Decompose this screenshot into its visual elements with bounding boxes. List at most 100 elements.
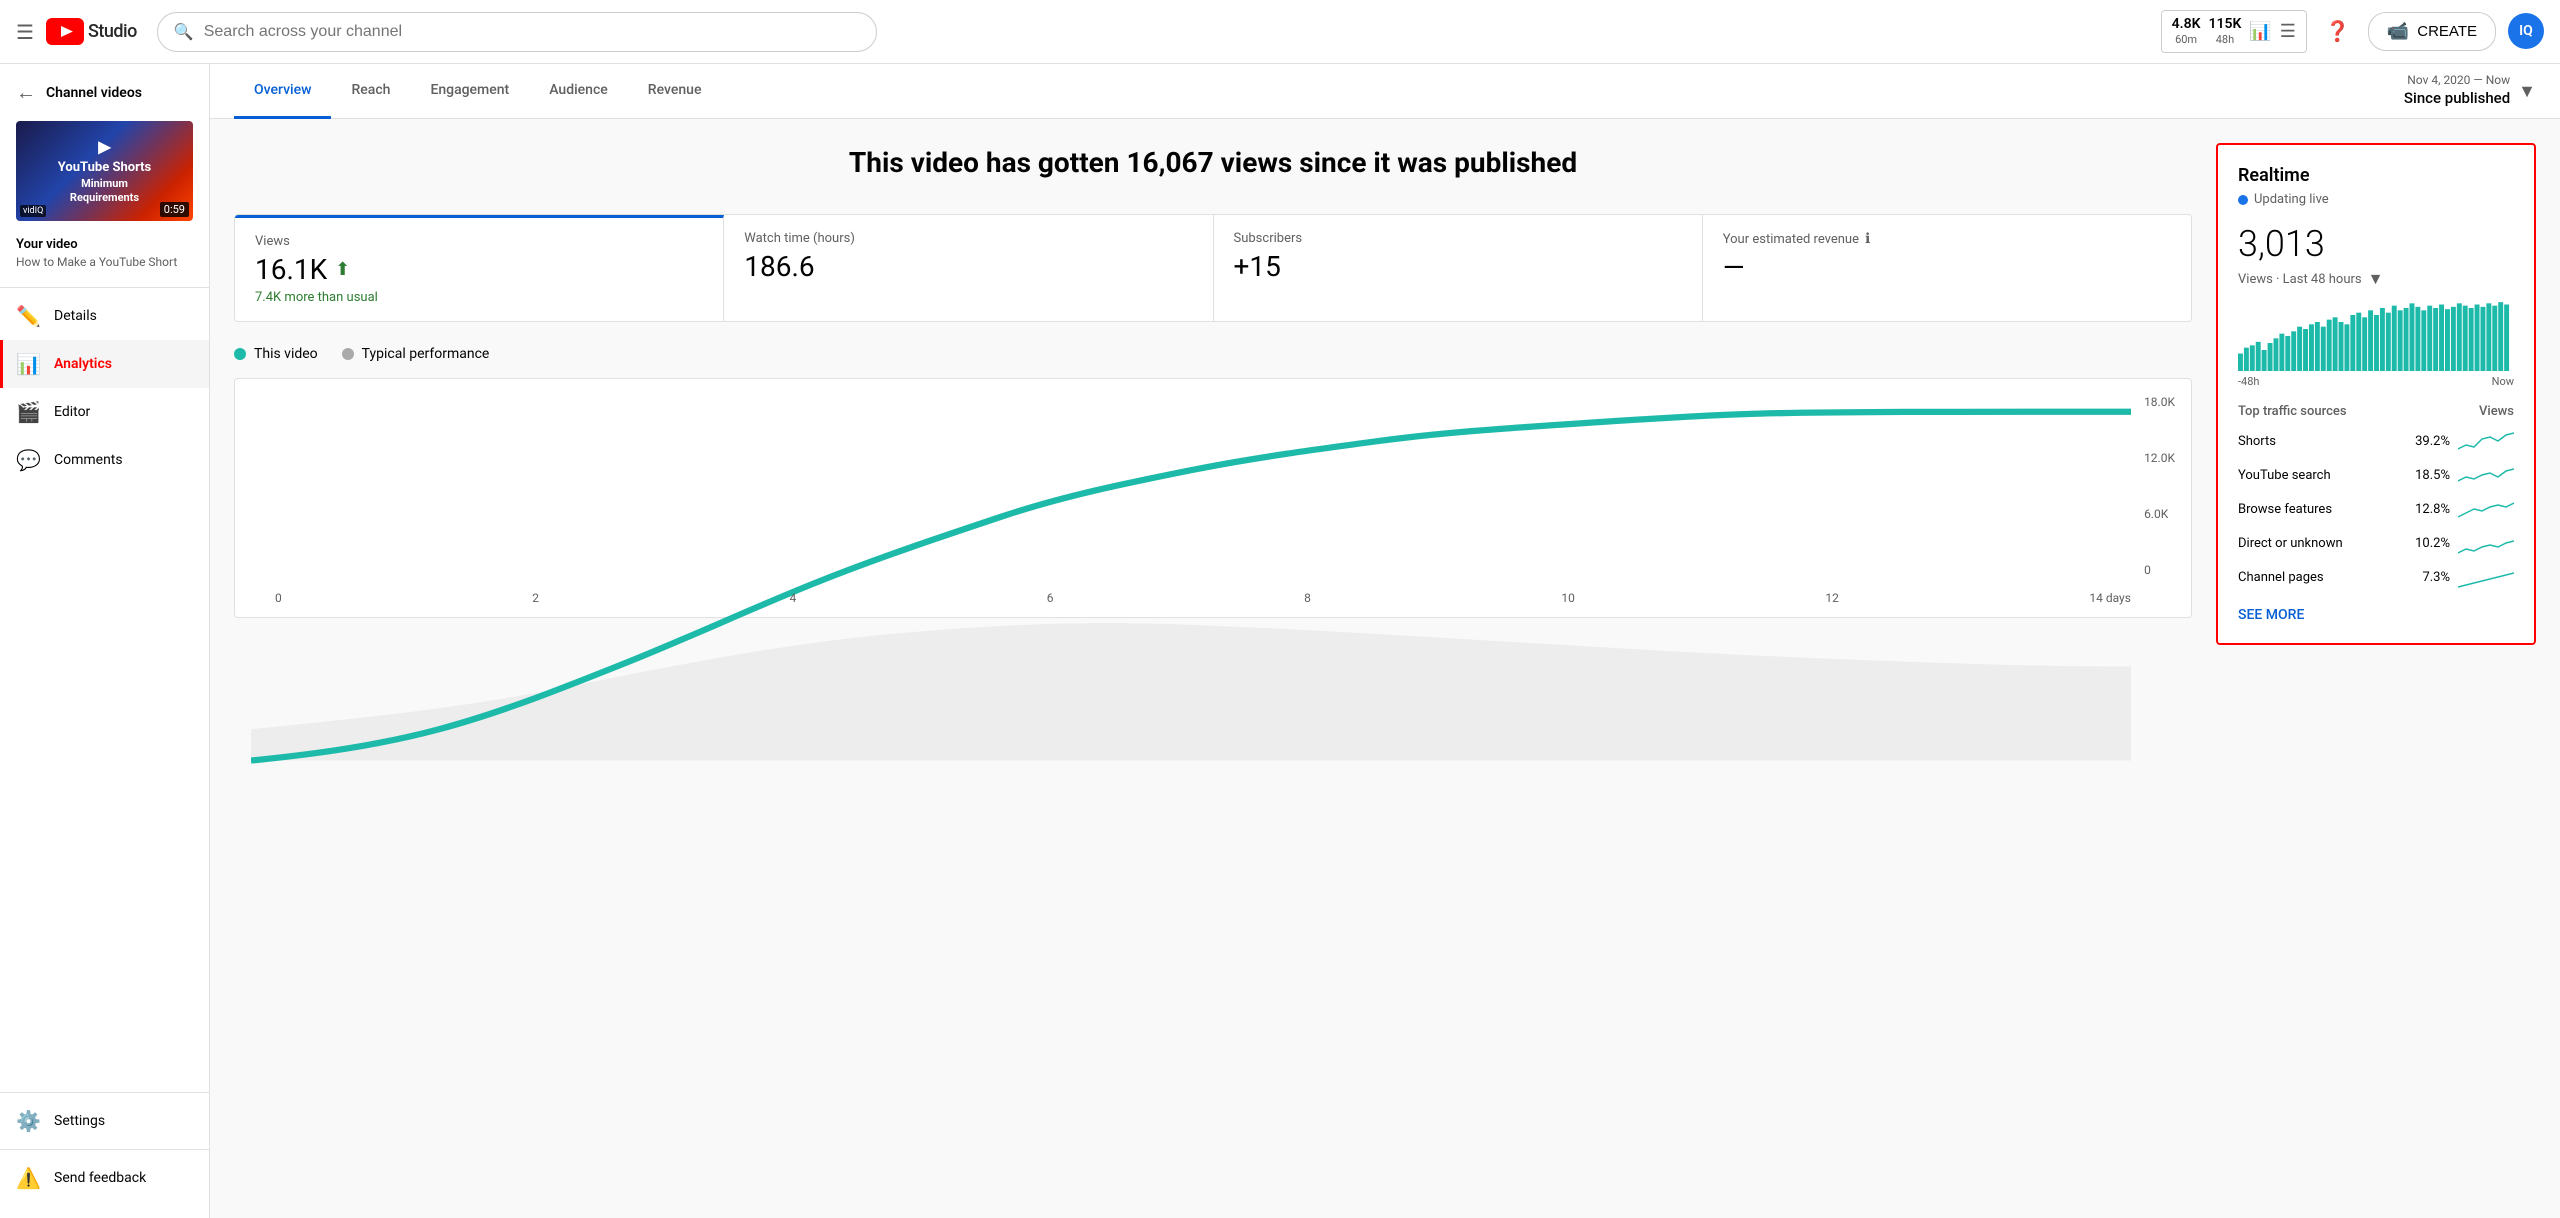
stats-box[interactable]: 4.8K 60m 115K 48h 📊 ☰	[2161, 10, 2307, 52]
sidebar-item-editor[interactable]: 🎬 Editor	[0, 388, 209, 436]
date-range-text: Nov 4, 2020 — Now	[2404, 73, 2510, 89]
tab-revenue[interactable]: Revenue	[628, 64, 722, 119]
date-selector[interactable]: Nov 4, 2020 — Now Since published ▼	[2404, 73, 2536, 108]
thumb-line1: YouTube Shorts	[58, 160, 151, 177]
thumb-vidiq: vidIQ	[20, 205, 46, 217]
shorts-pct: 39.2%	[2406, 434, 2450, 449]
views-sub: 60m	[2175, 33, 2197, 47]
hamburger-icon[interactable]: ☰	[16, 20, 34, 44]
top-nav: ☰ Studio 🔍 4.8K 60m 115K 48h 📊 ☰ ❓ 📹	[0, 0, 2560, 64]
typical-dot	[342, 348, 354, 360]
updating-live-label: Updating live	[2254, 192, 2329, 207]
video-title: How to Make a YouTube Short	[0, 254, 209, 283]
yt-search-mini-chart	[2458, 463, 2514, 487]
see-more-link[interactable]: SEE MORE	[2238, 607, 2304, 623]
x-label-1: 2	[532, 591, 539, 605]
tab-audience[interactable]: Audience	[529, 64, 628, 119]
sidebar-back-button[interactable]: ← Channel videos	[0, 64, 209, 113]
analytics-label: Analytics	[54, 356, 112, 372]
comments-label: Comments	[54, 452, 123, 468]
help-button[interactable]: ❓	[2319, 13, 2356, 50]
search-input[interactable]	[204, 23, 860, 41]
browse-mini-chart	[2458, 497, 2514, 521]
thumb-line3: Requirements	[70, 191, 139, 205]
main-content: Overview Reach Engagement Audience Reven…	[210, 64, 2560, 1218]
traffic-row-shorts: Shorts 39.2%	[2238, 429, 2514, 453]
x-label-2: 4	[790, 591, 797, 605]
chart-y-labels: 18.0K 12.0K 6.0K 0	[2144, 395, 2175, 577]
chart-start-label: -48h	[2238, 375, 2259, 388]
realtime-title: Realtime	[2238, 165, 2514, 186]
views-label: Views	[255, 234, 703, 249]
details-icon: ✏️	[16, 304, 40, 328]
stats-bar-icon[interactable]: 📊	[2249, 21, 2271, 42]
metric-views[interactable]: Views 16.1K ⬆ 7.4K more than usual	[235, 215, 724, 321]
sidebar-item-settings[interactable]: ⚙️ Settings	[0, 1097, 209, 1145]
headline: This video has gotten 16,067 views since…	[234, 143, 2192, 182]
sidebar-item-details[interactable]: ✏️ Details	[0, 292, 209, 340]
search-bar[interactable]: 🔍	[157, 12, 877, 52]
create-camera-icon: 📹	[2387, 21, 2409, 42]
x-label-6: 12	[1825, 591, 1839, 605]
traffic-row-channel: Channel pages 7.3%	[2238, 565, 2514, 589]
views-up-icon: ⬆	[335, 259, 350, 280]
views-value: 16.1K ⬆	[255, 253, 703, 286]
views-stats: 4.8K 60m	[2172, 15, 2201, 47]
typical-area	[251, 623, 2131, 760]
create-button[interactable]: 📹 CREATE	[2368, 12, 2496, 51]
content-area: This video has gotten 16,067 views since…	[210, 119, 2560, 669]
studio-label: Studio	[88, 21, 137, 42]
subscribers-value: +15	[1234, 250, 1682, 283]
views-last-text: Views · Last 48 hours	[2238, 272, 2362, 287]
date-range: Nov 4, 2020 — Now Since published	[2404, 73, 2510, 108]
sidebar-item-comments[interactable]: 💬 Comments	[0, 436, 209, 484]
date-chevron-icon: ▼	[2518, 81, 2536, 102]
metric-revenue[interactable]: Your estimated revenue ℹ —	[1703, 215, 2191, 321]
sidebar-divider	[0, 287, 209, 288]
create-label: CREATE	[2417, 23, 2477, 40]
stats-menu-icon[interactable]: ☰	[2280, 21, 2296, 42]
editor-label: Editor	[54, 404, 90, 420]
tabs-bar: Overview Reach Engagement Audience Reven…	[210, 64, 2560, 119]
mini-chart: // Will be rendered via inline rects bel…	[2238, 301, 2514, 371]
direct-label: Direct or unknown	[2238, 536, 2398, 551]
tab-reach[interactable]: Reach	[331, 64, 410, 119]
send-feedback-button[interactable]: ⚠️ Send feedback	[0, 1154, 209, 1202]
tab-engagement[interactable]: Engagement	[410, 64, 529, 119]
shorts-label: Shorts	[2238, 434, 2398, 449]
subs-val: 115K	[2209, 15, 2242, 33]
feedback-label: Send feedback	[54, 1170, 146, 1186]
comments-icon: 💬	[16, 448, 40, 472]
traffic-sources-header: Top traffic sources	[2238, 404, 2347, 419]
video-thumb-image: ▶ YouTube Shorts Minimum Requirements 0:…	[16, 121, 193, 221]
traffic-header: Top traffic sources Views	[2238, 404, 2514, 419]
mini-chart-labels: -48h Now	[2238, 375, 2514, 388]
back-label: Channel videos	[46, 85, 142, 101]
this-video-label: This video	[254, 346, 318, 362]
sidebar-bottom: ⚙️ Settings ⚠️ Send feedback	[0, 1088, 209, 1202]
thumb-line2: Minimum	[81, 177, 128, 191]
direct-mini-chart	[2458, 531, 2514, 555]
views-last-label[interactable]: Views · Last 48 hours ▼	[2238, 269, 2514, 289]
revenue-label: Your estimated revenue ℹ	[1723, 231, 2171, 247]
subs-stats: 115K 48h	[2209, 15, 2242, 47]
main-panel: This video has gotten 16,067 views since…	[234, 143, 2192, 618]
traffic-views-header: Views	[2479, 404, 2514, 419]
metric-watch-time[interactable]: Watch time (hours) 186.6	[724, 215, 1213, 321]
thumb-yt-icon: ▶	[98, 137, 110, 158]
details-label: Details	[54, 308, 97, 324]
video-thumbnail: ▶ YouTube Shorts Minimum Requirements 0:…	[0, 113, 209, 229]
legend-typical: Typical performance	[342, 346, 490, 362]
shorts-mini-chart	[2458, 429, 2514, 453]
tab-overview[interactable]: Overview	[234, 64, 331, 119]
x-label-3: 6	[1047, 591, 1054, 605]
sidebar-item-analytics[interactable]: 📊 Analytics	[0, 340, 209, 388]
sidebar: ← Channel videos ▶ YouTube Shorts Minimu…	[0, 64, 210, 1218]
avatar[interactable]: IQ	[2508, 13, 2544, 49]
search-icon: 🔍	[174, 22, 194, 41]
nav-right: 4.8K 60m 115K 48h 📊 ☰ ❓ 📹 CREATE IQ	[2161, 10, 2544, 52]
chart-end-label: Now	[2492, 375, 2514, 388]
avatar-initials: IQ	[2519, 23, 2533, 39]
metric-subscribers[interactable]: Subscribers +15	[1214, 215, 1703, 321]
back-arrow-icon: ←	[16, 80, 36, 105]
